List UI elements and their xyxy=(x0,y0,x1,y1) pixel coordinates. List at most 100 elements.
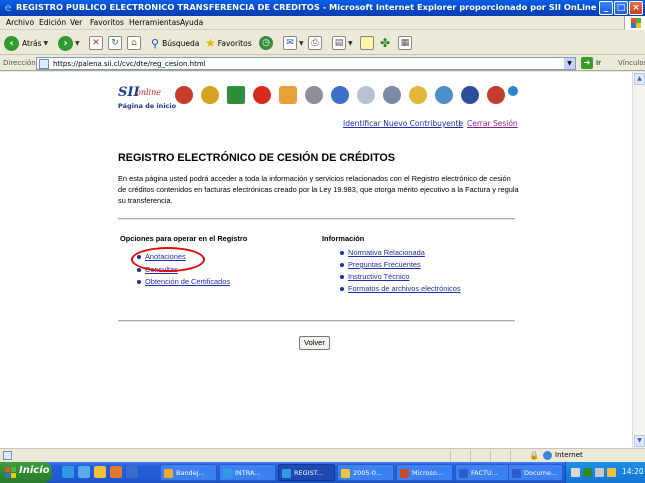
mail-button[interactable]: ✉ ▼ xyxy=(283,34,304,52)
task-label: Bandej... xyxy=(176,469,205,477)
logo-brand-sub: online xyxy=(136,88,161,97)
bienes-raices-icon[interactable] xyxy=(276,82,300,114)
taskbar-item-registro[interactable]: REGIST... xyxy=(278,464,335,481)
tray-network-icon[interactable] xyxy=(571,468,580,477)
logout-link[interactable]: Cerrar Sesión xyxy=(467,119,518,128)
taskbar-item-bandeja[interactable]: Bandej... xyxy=(160,464,217,481)
home-page-link[interactable]: Página de inicio xyxy=(118,102,176,110)
scroll-down-icon[interactable]: ▼ xyxy=(634,435,645,447)
home-icon: ⌂ xyxy=(127,36,141,50)
favorites-label: Favoritos xyxy=(217,38,252,48)
bullet-icon xyxy=(340,287,344,291)
links-button[interactable]: Vínculos xyxy=(618,59,645,67)
menu-herramientas[interactable]: Herramientas xyxy=(129,18,180,27)
word-icon xyxy=(512,469,521,478)
ie-icon xyxy=(223,469,232,478)
situacion-tributaria-icon[interactable] xyxy=(250,82,274,114)
research-icon: ▦ xyxy=(398,36,412,50)
taskbar-item-folder[interactable]: 2005-0... xyxy=(337,464,394,481)
stop-button[interactable]: ✕ xyxy=(89,34,103,52)
tray-messenger-icon[interactable] xyxy=(607,468,616,477)
forward-button[interactable]: › ▼ xyxy=(58,34,80,52)
normativa-link[interactable]: Normativa Relacionada xyxy=(348,248,425,257)
menu-bar: Archivo Edición Ver Favoritos Herramient… xyxy=(0,16,645,30)
minimize-button[interactable]: _ xyxy=(599,1,613,15)
search-button[interactable]: ⚲ Búsqueda xyxy=(151,34,199,52)
task-label: 2005-0... xyxy=(353,469,383,477)
quicklaunch-word-icon[interactable] xyxy=(126,466,138,478)
clock[interactable]: 14:20 xyxy=(622,467,644,476)
maximize-button[interactable]: □ xyxy=(614,1,628,15)
taskbar-item-intra[interactable]: INTRA... xyxy=(219,464,276,481)
task-label: Microso... xyxy=(412,469,443,477)
back-button-volver[interactable]: Volver xyxy=(299,336,330,350)
task-label: FACTU... xyxy=(471,469,498,477)
scroll-up-icon[interactable]: ▲ xyxy=(634,73,645,85)
bullet-icon xyxy=(340,263,344,267)
menu-ver[interactable]: Ver xyxy=(70,18,82,27)
quicklaunch-outlook-icon[interactable] xyxy=(110,466,122,478)
quicklaunch-ie-icon[interactable] xyxy=(62,466,74,478)
refresh-icon: ↻ xyxy=(108,36,122,50)
taskbar-item-documento[interactable]: Docume... xyxy=(508,464,563,481)
annotation-circle xyxy=(131,247,205,272)
quicklaunch-folder-icon[interactable] xyxy=(94,466,106,478)
identify-new-taxpayer-link[interactable]: Identificar Nuevo Contribuyente xyxy=(343,119,463,128)
lock-icon[interactable]: 🔒 xyxy=(529,451,539,460)
internet-explorer-icon: e xyxy=(4,1,12,14)
otros-servicios-icon[interactable] xyxy=(484,82,508,114)
menu-archivo[interactable]: Archivo xyxy=(6,18,34,27)
refresh-button[interactable]: ↻ xyxy=(108,34,122,52)
address-input[interactable]: https://palena.sii.cl/cvc/dte/reg_cesion… xyxy=(36,57,576,70)
menu-ayuda[interactable]: Ayuda xyxy=(180,18,203,27)
go-arrow-icon[interactable]: ➔ xyxy=(581,57,593,69)
edit-button[interactable]: ▤ ▼ xyxy=(332,34,353,52)
taskbar-item-microsoft[interactable]: Microso... xyxy=(396,464,453,481)
menu-favoritos[interactable]: Favoritos xyxy=(90,18,124,27)
favorites-button[interactable]: ★ Favoritos xyxy=(205,34,252,52)
contribuyentes-icon[interactable] xyxy=(458,82,482,114)
start-button[interactable]: Inicio xyxy=(0,462,52,483)
back-button[interactable]: ‹ Atrás ▼ xyxy=(4,34,48,52)
tray-speaker-icon[interactable] xyxy=(595,468,604,477)
renta-icon[interactable] xyxy=(224,82,248,114)
sii-online-logo[interactable]: SII online Página de inicio xyxy=(118,85,176,111)
registro-contribuyentes-icon[interactable] xyxy=(172,82,196,114)
instructivo-link[interactable]: Instructivo Técnico xyxy=(348,272,409,281)
go-button[interactable]: Ir xyxy=(596,59,601,67)
impuestos-mensuales-icon[interactable] xyxy=(198,82,222,114)
vertical-scrollbar[interactable]: ▲ ▼ xyxy=(632,72,645,448)
close-button[interactable]: × xyxy=(629,1,643,15)
quicklaunch-desktop-icon[interactable] xyxy=(78,466,90,478)
chevron-down-icon: ▼ xyxy=(299,39,304,47)
certificados-link[interactable]: Obtención de Certificados xyxy=(145,277,230,286)
faq-link[interactable]: Preguntas Frecuentes xyxy=(348,260,421,269)
valores-indices-icon[interactable] xyxy=(432,82,456,114)
messenger-button[interactable]: ✤ xyxy=(380,34,390,52)
research-button[interactable]: ▦ xyxy=(398,34,412,52)
history-button[interactable]: ◷ xyxy=(259,34,273,52)
formatos-link[interactable]: Formatos de archivos electrónicos xyxy=(348,284,461,293)
chevron-down-icon: ▼ xyxy=(43,39,49,47)
forward-arrow-icon: › xyxy=(58,35,73,51)
factura-electronica-icon[interactable] xyxy=(302,82,326,114)
home-button[interactable]: ⌂ xyxy=(127,34,141,52)
chevron-down-icon[interactable]: ▼ xyxy=(564,58,575,69)
remuneraciones-icon[interactable] xyxy=(406,82,430,114)
taskbar-item-factura[interactable]: FACTU... xyxy=(455,464,512,481)
info-heading: Información xyxy=(322,234,365,243)
bullet-icon xyxy=(137,268,141,272)
status-cell xyxy=(470,450,471,462)
key-icon[interactable] xyxy=(508,82,520,114)
discuss-icon xyxy=(360,36,374,50)
menu-edicion[interactable]: Edición xyxy=(39,18,66,27)
toolbar: ‹ Atrás ▼ › ▼ ✕ ↻ ⌂ ⚲ Búsqueda ★ Favorit… xyxy=(0,31,645,55)
bullet-icon xyxy=(137,280,141,284)
circulares-icon[interactable] xyxy=(354,82,378,114)
print-button[interactable]: ⎙ xyxy=(308,34,322,52)
tray-antivirus-icon[interactable] xyxy=(583,468,592,477)
declaraciones-juradas-icon[interactable] xyxy=(380,82,404,114)
discuss-button[interactable] xyxy=(360,34,374,52)
window-title-bar[interactable]: e REGISTRO PUBLICO ELECTRONICO TRANSFERE… xyxy=(0,0,645,16)
boleta-electronica-icon[interactable] xyxy=(328,82,352,114)
